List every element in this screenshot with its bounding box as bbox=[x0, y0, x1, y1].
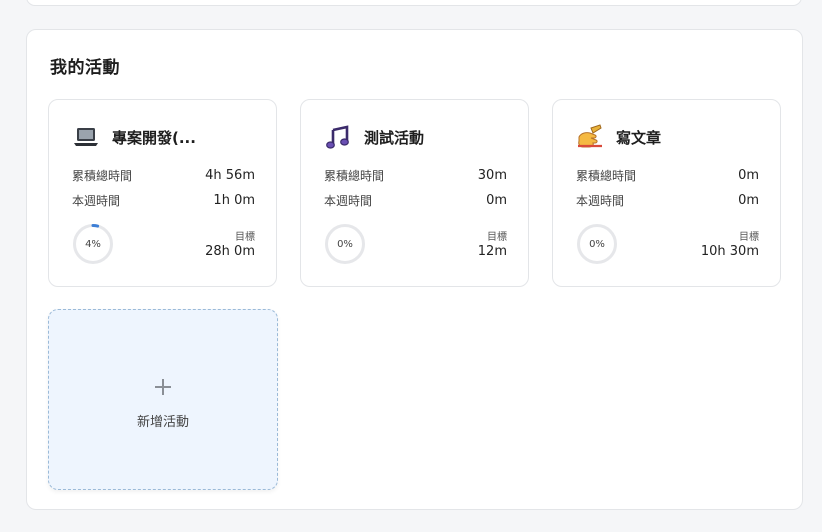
total-time-label: 累積總時間 bbox=[576, 168, 637, 183]
total-time-value: 4h 56m bbox=[205, 167, 255, 183]
music-note-icon bbox=[324, 123, 352, 151]
goal-label: 目標 bbox=[487, 232, 507, 243]
goal-value: 28h 0m bbox=[205, 244, 255, 259]
goal-label: 目標 bbox=[235, 232, 255, 243]
my-activities-panel: 我的活動 專案開發(... 累積總時間 4h 56m 本週時間 1h 0m 4%… bbox=[26, 29, 803, 510]
total-time-label: 累積總時間 bbox=[324, 168, 385, 183]
total-time-value: 0m bbox=[738, 167, 759, 183]
add-activity-label: 新增活動 bbox=[136, 414, 189, 430]
plus-icon bbox=[153, 376, 173, 402]
activity-name: 專案開發(... bbox=[112, 128, 196, 147]
week-time-value: 0m bbox=[486, 192, 507, 208]
week-time-value: 0m bbox=[738, 192, 759, 208]
goal-value: 10h 30m bbox=[700, 244, 759, 259]
section-title: 我的活動 bbox=[50, 58, 120, 78]
add-activity-button[interactable]: 新增活動 bbox=[48, 309, 278, 490]
activity-card[interactable]: 寫文章 累積總時間 0m 本週時間 0m 0% 目標 10h 30m bbox=[552, 99, 781, 287]
activity-name: 寫文章 bbox=[616, 128, 662, 147]
activity-card[interactable]: 測試活動 累積總時間 30m 本週時間 0m 0% 目標 12m bbox=[300, 99, 529, 287]
progress-percent: 0% bbox=[589, 238, 605, 250]
progress-ring: 4% bbox=[72, 223, 114, 265]
goal-label: 目標 bbox=[739, 232, 759, 243]
previous-section-card bbox=[26, 0, 802, 6]
activity-card[interactable]: 專案開發(... 累積總時間 4h 56m 本週時間 1h 0m 4% 目標 2… bbox=[48, 99, 277, 287]
progress-ring: 0% bbox=[576, 223, 618, 265]
progress-ring: 0% bbox=[324, 223, 366, 265]
week-time-value: 1h 0m bbox=[213, 192, 255, 208]
progress-percent: 0% bbox=[337, 238, 353, 250]
goal-value: 12m bbox=[477, 244, 507, 259]
week-time-label: 本週時間 bbox=[324, 193, 373, 208]
writing-hand-icon bbox=[576, 123, 604, 151]
laptop-icon bbox=[72, 123, 100, 151]
activity-name: 測試活動 bbox=[364, 128, 425, 147]
total-time-value: 30m bbox=[477, 167, 507, 183]
week-time-label: 本週時間 bbox=[72, 193, 121, 208]
progress-percent: 4% bbox=[85, 238, 101, 250]
total-time-label: 累積總時間 bbox=[72, 168, 133, 183]
week-time-label: 本週時間 bbox=[576, 193, 625, 208]
